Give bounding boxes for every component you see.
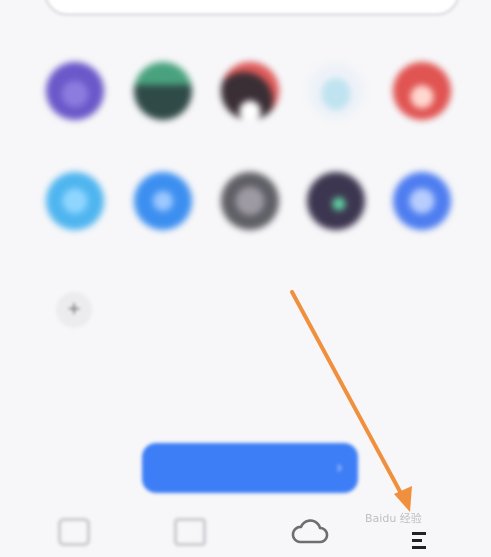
app-tile-7[interactable] xyxy=(118,172,208,272)
app-tile-4[interactable] xyxy=(291,62,381,162)
app-grid xyxy=(0,0,491,270)
nav-tab-1[interactable] xyxy=(56,516,92,550)
phone-screen: + › Baidu 经验 xyxy=(0,0,491,557)
app-tile-6[interactable] xyxy=(30,172,120,272)
square-tab-icon xyxy=(58,518,90,546)
red-app-icon xyxy=(393,62,451,120)
blue-folder-app-icon xyxy=(46,172,104,230)
nav-cloud[interactable] xyxy=(290,516,330,550)
app-tile-9[interactable] xyxy=(291,172,381,272)
blue-circle-app-icon xyxy=(134,172,192,230)
dark-purple-app-icon xyxy=(307,172,365,230)
dark-app-icon xyxy=(221,62,279,120)
square-tab-icon xyxy=(174,518,206,546)
cloud-icon xyxy=(291,519,329,544)
gray-app-icon xyxy=(221,172,279,230)
add-app-button[interactable]: + xyxy=(56,292,92,328)
green-app-icon xyxy=(134,62,192,120)
app-tile-5[interactable] xyxy=(377,62,467,162)
app-tile-1[interactable] xyxy=(30,62,120,162)
app-tile-3[interactable] xyxy=(205,62,295,162)
promo-banner-button[interactable]: › xyxy=(142,443,358,493)
light-app-icon xyxy=(307,62,365,120)
blue-app-icon xyxy=(393,172,451,230)
watermark: Baidu 经验 xyxy=(365,512,422,525)
app-tile-2[interactable] xyxy=(118,62,208,162)
app-tile-10[interactable] xyxy=(377,172,467,272)
app-tile-8[interactable] xyxy=(205,172,295,272)
nav-tab-2[interactable] xyxy=(172,516,208,550)
chevron-right-icon: › xyxy=(336,459,342,476)
purple-app-icon xyxy=(46,62,104,120)
